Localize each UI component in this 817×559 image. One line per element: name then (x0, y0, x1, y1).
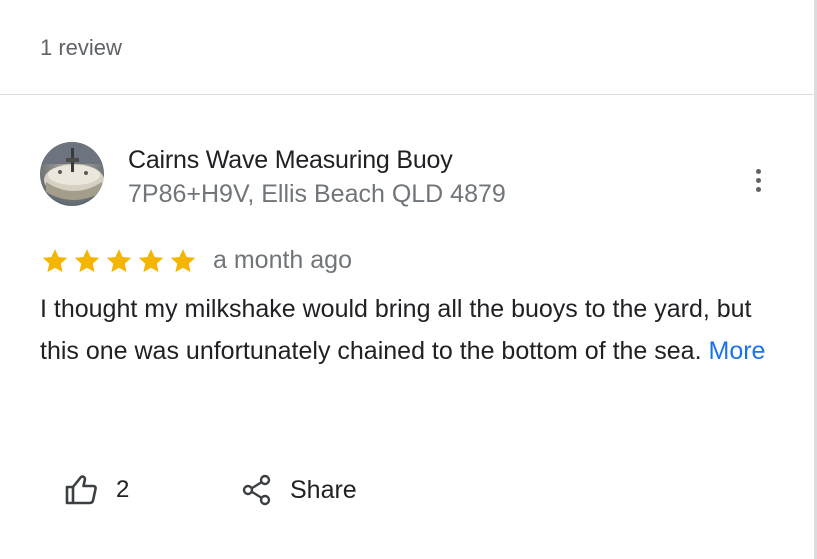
share-icon (242, 474, 271, 506)
review-count: 1 review (40, 35, 122, 60)
author-name[interactable]: Cairns Wave Measuring Buoy (128, 146, 453, 175)
like-count: 2 (116, 476, 130, 503)
thumbs-up-icon (65, 475, 97, 505)
menu-dot (755, 186, 761, 192)
avatar[interactable] (40, 142, 104, 206)
more-vertical-icon[interactable] (746, 164, 770, 196)
more-link[interactable]: More (709, 337, 766, 365)
review-date: a month ago (213, 246, 352, 274)
menu-dot (755, 168, 761, 174)
star-icon (74, 249, 100, 273)
star-icon (42, 249, 68, 273)
review-body: I thought my milkshake would bring all t… (40, 295, 752, 365)
buoy-photo (40, 142, 104, 206)
share-label: Share (290, 475, 357, 504)
menu-dot (755, 177, 761, 183)
star-icon (106, 249, 132, 273)
star-icon (138, 249, 164, 273)
author-location: 7P86+H9V, Ellis Beach QLD 4879 (128, 180, 506, 208)
share-button[interactable]: Share (242, 472, 357, 508)
reviews-header: 1 review (0, 0, 814, 95)
star-rating (40, 246, 198, 276)
star-icon (170, 249, 196, 273)
review-text: I thought my milkshake would bring all t… (40, 288, 780, 372)
like-button[interactable]: 2 (64, 472, 129, 508)
